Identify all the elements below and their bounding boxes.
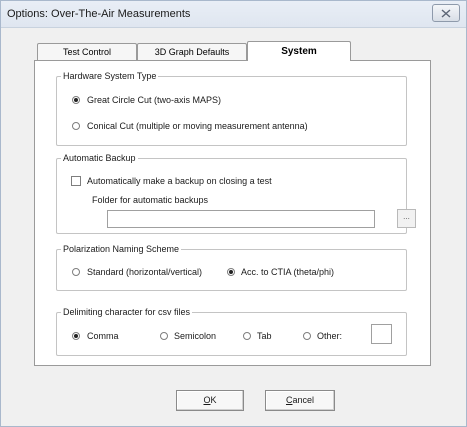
cancel-label: ancel xyxy=(292,395,314,405)
window-title: Options: Over-The-Air Measurements xyxy=(7,8,191,20)
delimiter-comma-radio[interactable] xyxy=(72,332,80,340)
delimiter-tab-label[interactable]: Tab xyxy=(257,331,272,341)
delimiter-other-input[interactable] xyxy=(371,324,392,344)
polarization-ctia-radio[interactable] xyxy=(227,268,235,276)
backup-folder-input[interactable] xyxy=(107,210,375,228)
hardware-system-type-legend: Hardware System Type xyxy=(61,71,159,82)
conical-cut-label[interactable]: Conical Cut (multiple or moving measurem… xyxy=(87,121,308,131)
delimiter-semicolon-label[interactable]: Semicolon xyxy=(174,331,216,341)
great-circle-cut-label[interactable]: Great Circle Cut (two-axis MAPS) xyxy=(87,95,221,105)
browse-folder-button[interactable]: ... xyxy=(397,209,416,228)
options-dialog: Options: Over-The-Air Measurements Test … xyxy=(0,0,467,427)
ok-button[interactable]: OK xyxy=(176,390,244,411)
auto-backup-checkbox[interactable] xyxy=(71,176,81,186)
tab-label: Test Control xyxy=(62,47,112,57)
delimiter-other-label[interactable]: Other: xyxy=(317,331,342,341)
tab-test-control[interactable]: Test Control xyxy=(37,43,137,60)
delimiter-comma-label[interactable]: Comma xyxy=(87,331,119,341)
polarization-standard-label[interactable]: Standard (horizontal/vertical) xyxy=(87,267,202,277)
auto-backup-label[interactable]: Automatically make a backup on closing a… xyxy=(87,176,272,186)
backup-folder-label: Folder for automatic backups xyxy=(92,195,209,205)
polarization-naming-legend: Polarization Naming Scheme xyxy=(61,244,182,255)
polarization-standard-radio[interactable] xyxy=(72,268,80,276)
great-circle-cut-radio[interactable] xyxy=(72,96,80,104)
delimiter-other-radio[interactable] xyxy=(303,332,311,340)
tab-label: System xyxy=(281,46,317,57)
conical-cut-radio[interactable] xyxy=(72,122,80,130)
title-bar: Options: Over-The-Air Measurements xyxy=(1,1,466,28)
browse-button-label: ... xyxy=(403,212,410,221)
ok-mnemonic: O xyxy=(203,395,211,405)
close-button[interactable] xyxy=(432,4,460,22)
close-icon xyxy=(441,8,451,18)
delimiter-semicolon-radio[interactable] xyxy=(160,332,168,340)
automatic-backup-legend: Automatic Backup xyxy=(61,153,138,164)
delimiter-tab-radio[interactable] xyxy=(243,332,251,340)
tab-3d-graph-defaults[interactable]: 3D Graph Defaults xyxy=(137,43,247,60)
cancel-button[interactable]: Cancel xyxy=(265,390,335,411)
tab-label: 3D Graph Defaults xyxy=(154,47,230,57)
tab-system[interactable]: System xyxy=(247,41,351,61)
ok-label: K xyxy=(210,395,217,405)
polarization-ctia-label[interactable]: Acc. to CTIA (theta/phi) xyxy=(241,267,334,277)
hardware-system-type-group xyxy=(56,76,407,146)
csv-delimiter-legend: Delimiting character for csv files xyxy=(61,307,193,318)
